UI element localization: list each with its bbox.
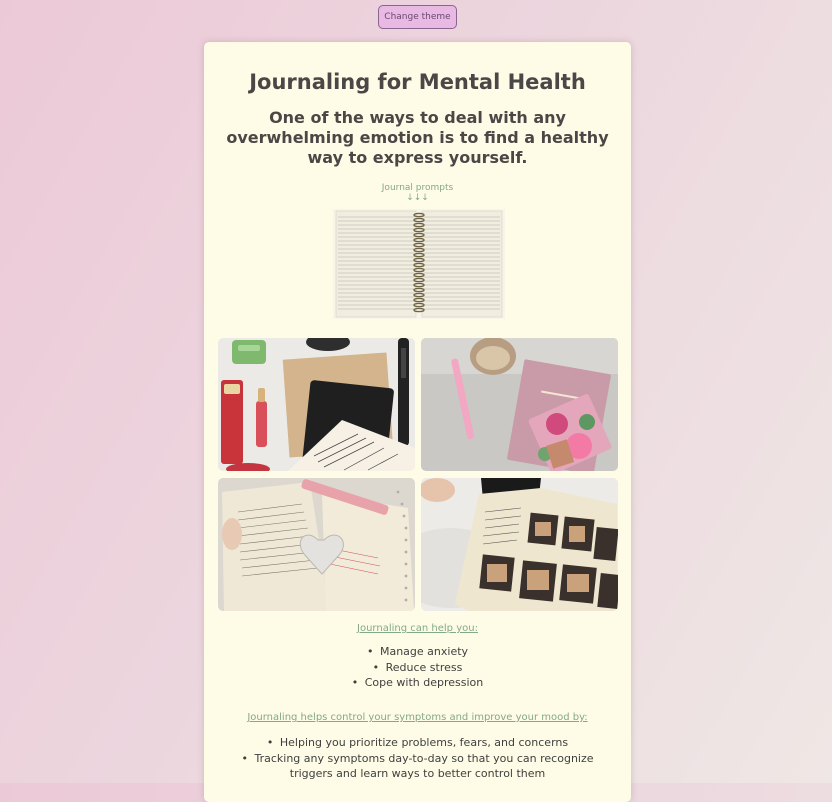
list-item: • Manage anxiety	[366, 645, 469, 658]
down-arrows-icon: ↓↓↓	[406, 193, 429, 203]
change-theme-button[interactable]: Change theme	[378, 5, 457, 29]
page-subtitle: One of the ways to deal with any overwhe…	[226, 108, 609, 167]
bullet-icon: •	[366, 645, 374, 658]
list-item: • Helping you prioritize problems, fears,…	[266, 736, 569, 749]
bullet-icon: •	[351, 676, 359, 689]
journaling-photo-scrapbook	[421, 478, 618, 611]
journaling-photo-pink-journal	[421, 338, 618, 471]
help-list: • Manage anxiety • Reduce stress • Cope wit…	[204, 644, 631, 691]
page-title: Journaling for Mental Health	[249, 70, 586, 94]
journaling-photo-flatlay	[218, 338, 415, 471]
journal-prompts-notebook-image[interactable]	[333, 209, 505, 319]
section-heading-help[interactable]: Journaling can help you:	[204, 622, 631, 635]
article-card: Journaling for Mental Health One of the …	[204, 42, 631, 802]
bullet-icon: •	[372, 660, 380, 674]
list-item: • Cope with depression	[351, 676, 484, 689]
control-list: • Helping you prioritize problems, fears,…	[220, 735, 615, 782]
list-item: • Tracking any symptoms day-to-day so tha…	[241, 751, 594, 781]
bullet-icon: •	[241, 751, 248, 765]
section-heading-control[interactable]: Journaling helps control your symptoms a…	[204, 711, 631, 724]
list-item: • Reduce stress	[372, 660, 463, 674]
journaling-photo-open-book	[218, 478, 415, 611]
bullet-icon: •	[266, 736, 274, 749]
